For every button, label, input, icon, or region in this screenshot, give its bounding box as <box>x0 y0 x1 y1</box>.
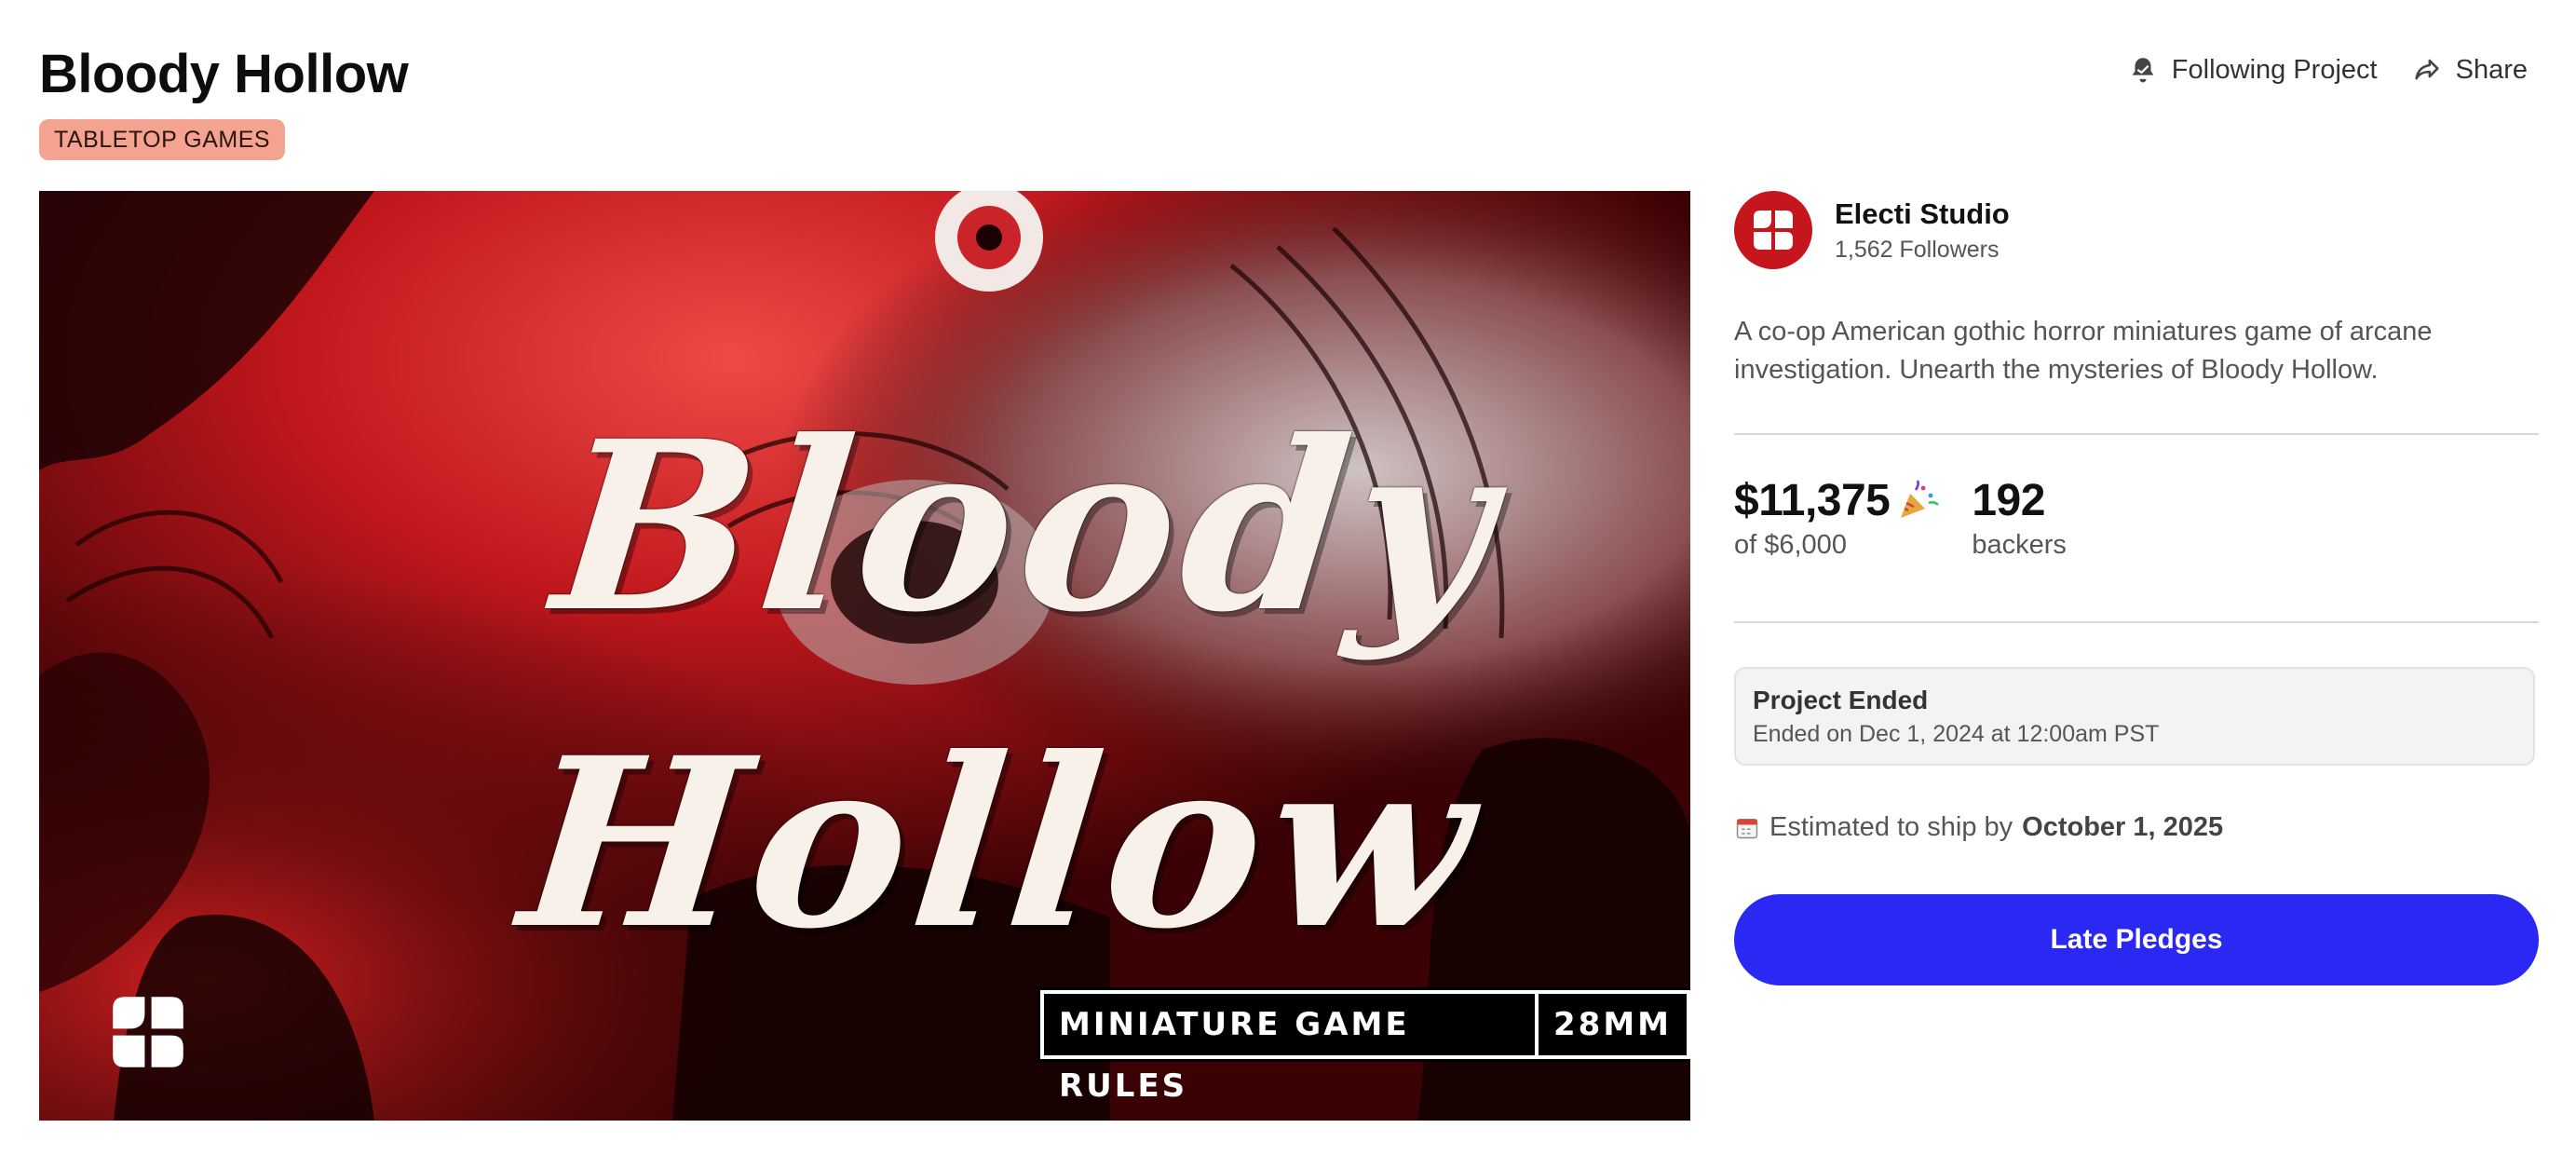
follow-project-button[interactable]: Following Project <box>2127 54 2378 86</box>
goal-label: of $6,000 <box>1734 530 1847 560</box>
funding-stats: $11,375 of $6,000 192 backers <box>1734 475 2067 561</box>
shipping-estimate: Estimated to ship by October 1, 2025 <box>1734 812 2223 843</box>
calendar-icon <box>1736 818 1758 838</box>
share-button[interactable]: Share <box>2411 54 2528 86</box>
hero-title-line-2: Hollow <box>510 706 1493 980</box>
project-hero-image[interactable]: Bloody Hollow MINIATURE GAME RULES 28MM <box>39 191 1690 1121</box>
project-blurb: A co-op American gothic horror miniature… <box>1734 317 2433 385</box>
backers-count: 192 <box>1972 476 2045 525</box>
pledged-stat: $11,375 of $6,000 <box>1734 475 1940 561</box>
divider <box>1734 433 2539 435</box>
project-title: Bloody Hollow <box>39 44 409 104</box>
scale-label: 28MM <box>1535 994 1687 1055</box>
creator-info[interactable]: Electi Studio 1,562 Followers <box>1734 191 2010 269</box>
follow-label: Following Project <box>2171 54 2378 85</box>
status-subtitle: Ended on Dec 1, 2024 at 12:00am PST <box>1753 721 2160 747</box>
ship-prefix: Estimated to ship by <box>1769 812 2013 842</box>
hero-title-line-1: Bloody <box>544 389 1512 663</box>
creator-avatar[interactable] <box>1734 191 1812 269</box>
electi-studio-logo-icon <box>113 997 183 1067</box>
hero-title-art: Bloody Hollow <box>508 368 1512 1001</box>
share-arrow-icon <box>2415 59 2439 80</box>
backers-stat: 192 backers <box>1972 475 2067 561</box>
bell-icon <box>2132 58 2154 83</box>
rules-label: MINIATURE GAME RULES <box>1044 994 1536 1105</box>
top-actions: Following Project Share <box>2127 54 2528 86</box>
creator-name[interactable]: Electi Studio <box>1835 197 2010 231</box>
party-popper-icon <box>1901 479 1940 518</box>
project-status-box: Project Ended Ended on Dec 1, 2024 at 12… <box>1734 667 2535 766</box>
creator-followers: 1,562 Followers <box>1835 236 2000 263</box>
status-title: Project Ended <box>1753 686 1929 714</box>
late-pledges-button[interactable]: Late Pledges <box>1734 894 2539 985</box>
backers-label: backers <box>1972 530 2067 560</box>
electi-studio-logo-icon <box>1754 211 1793 250</box>
miniature-rules-badge: MINIATURE GAME RULES 28MM <box>1040 990 1690 1105</box>
ship-date: October 1, 2025 <box>2022 812 2224 842</box>
pledged-amount: $11,375 <box>1734 476 1891 525</box>
category-badge[interactable]: TABLETOP GAMES <box>39 119 286 160</box>
share-label: Share <box>2455 54 2528 85</box>
divider <box>1734 621 2539 623</box>
